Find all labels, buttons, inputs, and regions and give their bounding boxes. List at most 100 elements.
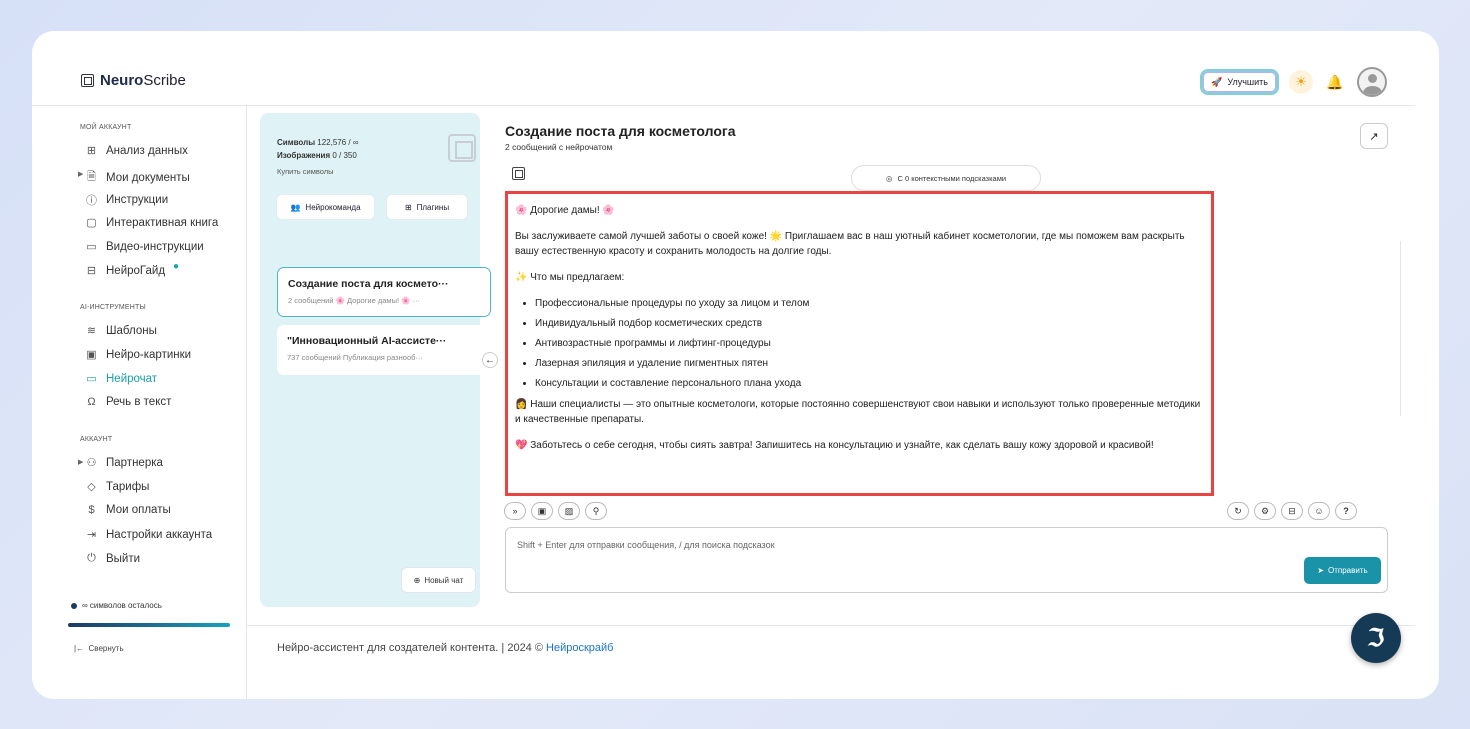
document-icon: 🗎 <box>87 171 96 183</box>
chevrons-down-icon[interactable]: » <box>504 502 526 520</box>
sidebar-item-tariffs[interactable]: ◇ Тарифы <box>85 480 149 494</box>
settings-icon[interactable]: ⚙ <box>1254 502 1276 520</box>
share-icon[interactable]: ↗ <box>1360 123 1388 149</box>
message-offer-heading: ✨ Что мы предлагаем: <box>515 272 625 283</box>
upgrade-label: Улучшить <box>1227 77 1268 87</box>
layout-icon[interactable]: ⊟ <box>1281 502 1303 520</box>
sidebar-item-label: Мои документы <box>106 171 190 184</box>
team-label: Нейрокоманда <box>305 202 361 212</box>
list-item: Антивозрастные программы и лифтинг-проце… <box>535 336 1204 351</box>
buy-symbols-link[interactable]: Купить символы <box>277 167 334 176</box>
page-title: Создание поста для косметолога <box>505 123 736 139</box>
image-icon[interactable]: ▨ <box>558 502 580 520</box>
send-icon: ➤ <box>1317 566 1325 575</box>
sidebar-item-speech-to-text[interactable]: Ω Речь в текст <box>85 396 171 408</box>
sidebar-item-neuroguide[interactable]: ⊟ НейроГайд ● <box>85 261 180 277</box>
footer-link[interactable]: Нейроскрайб <box>546 642 613 654</box>
sidebar-item-label: Инструкции <box>106 194 169 206</box>
sidebar-item-video-instructions[interactable]: ▭ Видео-инструкции <box>85 240 203 254</box>
app-window: NeuroScribe 🚀 Улучшить ☀ 🔔 МОЙ АККАУНТ ⊞… <box>32 31 1439 699</box>
caret-right-icon[interactable]: ▶ <box>78 170 83 178</box>
sidebar-item-settings[interactable]: ⇥ Настройки аккаунта <box>85 528 213 542</box>
bell-icon[interactable]: 🔔 <box>1323 70 1347 94</box>
assistant-message: 🌸 Дорогие дамы! 🌸 Вы заслуживаете самой … <box>505 191 1214 496</box>
sidebar-item-label: Анализ данных <box>106 144 188 157</box>
sun-icon[interactable]: ☀ <box>1289 70 1313 94</box>
new-dot-icon: ● <box>173 261 180 272</box>
context-hints-label: С 0 контекстными подсказками <box>897 173 1007 183</box>
message-intro: Вы заслуживаете самой лучшей заботы о св… <box>515 231 1185 257</box>
sidebar-item-interactive-book[interactable]: ▢ Интерактивная книга <box>85 216 218 230</box>
sidebar-item-data-analysis[interactable]: ⊞ Анализ данных <box>85 144 188 158</box>
list-item: Лазерная эпиляция и удаление пигментных … <box>535 356 1204 371</box>
page-subtitle: 2 сообщений с нейрочатом <box>505 142 613 152</box>
sidebar-item-neuro-images[interactable]: ▣ Нейро-картинки <box>85 348 192 362</box>
sidebar-item-label: Нейрочат <box>106 372 158 385</box>
sidebar-item-payments[interactable]: $ Мои оплаты <box>85 504 170 516</box>
refresh-icon[interactable]: ↻ <box>1227 502 1249 520</box>
input-toolbar-left: » ▣ ▨ ⚲ <box>504 502 607 520</box>
chat-list-panel: Символы 122,576 / ∞ Изображения 0 / 350 … <box>260 113 491 607</box>
footer-text: Нейро-ассистент для создателей контента.… <box>277 642 547 654</box>
collapse-icon: |← <box>74 644 85 653</box>
help-icon[interactable]: ? <box>1335 502 1357 520</box>
save-icon[interactable]: ▣ <box>531 502 553 520</box>
status-dot-icon <box>71 602 77 609</box>
sidebar-item-instructions[interactable]: ⓘ Инструкции <box>85 192 168 208</box>
divider <box>246 625 1415 626</box>
message-cta: 💖 Заботьтесь о себе сегодня, чтобы сиять… <box>515 440 1154 451</box>
chat-item-subtitle: 2 сообщений 🌸 Дорогие дамы! 🌸 ··· <box>288 296 421 305</box>
sidebar-item-templates[interactable]: ≋ Шаблоны <box>85 324 157 338</box>
logo[interactable]: NeuroScribe <box>81 72 186 89</box>
grid-icon: ⊞ <box>86 145 97 157</box>
team-button[interactable]: 👥 Нейрокоманда <box>277 195 374 219</box>
collapse-button[interactable]: |← Свернуть <box>74 644 124 653</box>
rocket-icon: 🚀 <box>1211 76 1223 87</box>
section-my-account: МОЙ АККАУНТ <box>80 124 132 131</box>
message-input[interactable]: Shift + Enter для отправки сообщения, / … <box>505 527 1388 593</box>
sidebar-item-neurochat[interactable]: ▭ Нейрочат <box>85 372 158 386</box>
users-icon: ⚇ <box>86 457 97 469</box>
sidebar-item-label: Партнерка <box>106 456 163 469</box>
avatar[interactable] <box>1357 67 1387 97</box>
input-toolbar-right: ↻ ⚙ ⊟ ☺ ? <box>1227 502 1357 520</box>
upgrade-button[interactable]: 🚀 Улучшить <box>1200 69 1279 95</box>
footer: Нейро-ассистент для создателей контента.… <box>277 642 613 654</box>
sidebar-item-label: Настройки аккаунта <box>106 528 213 541</box>
section-account: АККАУНТ <box>80 436 113 443</box>
power-icon: ⏻ <box>87 552 96 564</box>
logo-bold: Neuro <box>100 72 144 89</box>
headphones-icon: Ω <box>87 396 96 408</box>
offer-list: Профессиональные процедуры по уходу за л… <box>535 296 1204 391</box>
support-chat-button[interactable]: ℑ <box>1351 613 1401 663</box>
plugins-label: Плагины <box>416 202 450 212</box>
wand-icon[interactable]: ⚲ <box>585 502 607 520</box>
context-hints-badge[interactable]: ◎ С 0 контекстными подсказками <box>851 165 1041 191</box>
sidebar-item-my-documents[interactable]: 🗎 Мои документы <box>85 168 190 187</box>
send-label: Отправить <box>1328 566 1368 575</box>
top-bar: NeuroScribe 🚀 Улучшить ☀ 🔔 <box>32 31 1439 105</box>
symbols-label: Символы <box>277 138 316 147</box>
robot-icon[interactable]: ☺ <box>1308 502 1330 520</box>
question-circle-icon: ⓘ <box>86 195 97 207</box>
dollar-icon: $ <box>88 504 95 516</box>
scrollbar[interactable] <box>1400 241 1401 416</box>
sidebar-item-logout[interactable]: ⏻ Выйти <box>85 552 140 565</box>
sidebar-item-label: Речь в текст <box>106 396 172 408</box>
grid-icon: ⊞ <box>404 202 412 212</box>
copy-icon[interactable] <box>512 167 525 180</box>
arrow-left-icon[interactable]: ← <box>482 352 498 368</box>
symbols-progress-bar <box>68 623 230 627</box>
symbols-value: 122,576 / ∞ <box>317 138 359 147</box>
login-icon: ⇥ <box>86 529 97 541</box>
plugins-button[interactable]: ⊞ Плагины <box>387 195 467 219</box>
chat-item[interactable]: "Инновационный AI-ассисте··· 737 сообщен… <box>277 325 491 375</box>
target-icon: ◎ <box>885 173 893 183</box>
caret-right-icon[interactable]: ▶ <box>78 458 83 466</box>
sidebar-item-partners[interactable]: ⚇ Партнерка <box>85 456 163 470</box>
new-chat-button[interactable]: ⊕ Новый чат <box>402 568 475 592</box>
chat-item[interactable]: Создание поста для космето··· 2 сообщени… <box>277 267 491 317</box>
message-greeting: 🌸 Дорогие дамы! 🌸 <box>515 205 615 216</box>
send-button[interactable]: ➤ Отправить <box>1304 557 1381 584</box>
sidebar-item-label: Нейро-картинки <box>106 348 192 361</box>
